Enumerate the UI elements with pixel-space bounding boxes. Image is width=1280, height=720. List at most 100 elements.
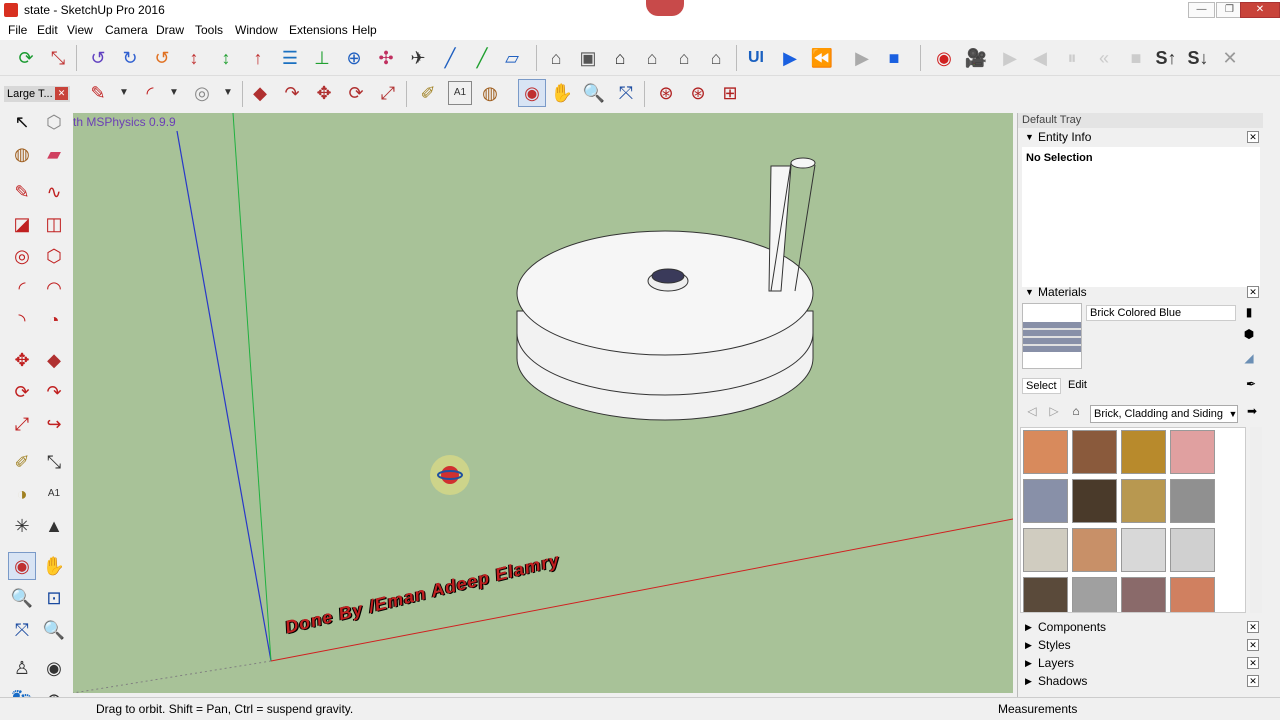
s-up-icon[interactable]: S↑ bbox=[1154, 46, 1178, 70]
components-close-icon[interactable]: ✕ bbox=[1247, 621, 1259, 633]
menu-window[interactable]: Window bbox=[235, 23, 278, 37]
minimize-button[interactable]: — bbox=[1188, 2, 1215, 18]
rectangle-icon[interactable]: ◪ bbox=[10, 212, 34, 236]
dimension-icon[interactable]: ⤡ bbox=[42, 450, 66, 474]
material-swatch[interactable] bbox=[1072, 577, 1117, 612]
three-point-arc-icon[interactable]: ◝ bbox=[10, 308, 34, 332]
back-frames-icon[interactable]: « bbox=[1092, 46, 1116, 70]
scale-tool-icon[interactable]: ⤢ bbox=[10, 412, 34, 436]
move-icon[interactable]: ✥ bbox=[312, 81, 336, 105]
entity-info-close-icon[interactable]: ✕ bbox=[1247, 131, 1259, 143]
collection-select[interactable]: Brick, Cladding and Siding bbox=[1090, 405, 1238, 423]
spin-icon[interactable]: ↺ bbox=[150, 46, 174, 70]
close-anim-icon[interactable]: ✕ bbox=[1218, 46, 1242, 70]
tray-scrollbar[interactable] bbox=[1264, 113, 1280, 697]
material-swatch[interactable] bbox=[1170, 528, 1215, 572]
back-icon[interactable]: ◁ bbox=[1024, 403, 1040, 419]
gimbal-icon[interactable]: ⊕ bbox=[342, 46, 366, 70]
stack-icon[interactable]: ☰ bbox=[278, 46, 302, 70]
stop-icon[interactable]: ■ bbox=[882, 46, 906, 70]
styles-header[interactable]: ▶ Styles ✕ bbox=[1022, 637, 1260, 653]
pie-icon[interactable]: ◔ bbox=[42, 308, 66, 332]
offset-icon[interactable]: ↪ bbox=[42, 412, 66, 436]
menu-extensions[interactable]: Extensions bbox=[289, 23, 348, 37]
position-camera-icon[interactable]: ♙ bbox=[10, 656, 34, 680]
menu-camera[interactable]: Camera bbox=[105, 23, 148, 37]
warehouse-icon[interactable]: ⊛ bbox=[654, 81, 678, 105]
follow-me-icon[interactable]: ↷ bbox=[280, 81, 304, 105]
step-icon[interactable]: ▶ bbox=[850, 46, 874, 70]
materials-header[interactable]: ▼ Materials ✕ bbox=[1022, 284, 1260, 300]
rotate-left-icon[interactable]: ↺ bbox=[86, 46, 110, 70]
tape-measure-icon[interactable]: ✐ bbox=[416, 81, 440, 105]
axis-icon[interactable]: ⊥ bbox=[310, 46, 334, 70]
front-view-icon[interactable]: ⌂ bbox=[608, 46, 632, 70]
materials-pane-icon[interactable]: ⬢ bbox=[1240, 325, 1258, 343]
pause-icon[interactable]: ⏸ bbox=[1060, 46, 1084, 70]
pan-icon[interactable]: ✋ bbox=[550, 81, 574, 105]
pan-tool-icon[interactable]: ✋ bbox=[42, 554, 66, 578]
model-viewport[interactable]: th MSPhysics 0.9.9 Done By /Eman Adeep E… bbox=[73, 113, 1013, 693]
material-swatch[interactable] bbox=[1072, 528, 1117, 572]
updown-icon[interactable]: ↕ bbox=[182, 46, 206, 70]
material-swatch[interactable] bbox=[1121, 479, 1166, 523]
plane-surface-icon[interactable]: ▱ bbox=[500, 46, 524, 70]
look-around-icon[interactable]: ◉ bbox=[42, 656, 66, 680]
arc-dropdown-icon[interactable]: ▼ bbox=[162, 81, 186, 105]
details-arrow-icon[interactable]: ➡ bbox=[1244, 403, 1260, 419]
make-component-icon[interactable]: ⬡ bbox=[42, 110, 66, 134]
material-swatch[interactable] bbox=[1170, 479, 1215, 523]
circle-icon[interactable]: ◎ bbox=[190, 81, 214, 105]
paint-icon[interactable]: ◍ bbox=[10, 142, 34, 166]
tab-edit[interactable]: Edit bbox=[1068, 379, 1087, 391]
scale-icon[interactable]: ⤢ bbox=[376, 81, 400, 105]
sample-icon[interactable]: ◢ bbox=[1240, 349, 1258, 367]
polygon-icon[interactable]: ⬡ bbox=[42, 244, 66, 268]
styles-close-icon[interactable]: ✕ bbox=[1247, 639, 1259, 651]
material-swatch[interactable] bbox=[1072, 430, 1117, 474]
forward-icon[interactable]: ▷ bbox=[1046, 403, 1062, 419]
material-swatch[interactable] bbox=[1121, 577, 1166, 612]
material-name-field[interactable]: Brick Colored Blue bbox=[1086, 305, 1236, 321]
zoom-icon[interactable]: 🔍 bbox=[582, 81, 606, 105]
protractor-icon[interactable]: ◑ bbox=[10, 482, 34, 506]
zoom-extents-tool-icon[interactable]: ⤧ bbox=[10, 618, 34, 642]
follow-me-tool-icon[interactable]: ↷ bbox=[42, 380, 66, 404]
material-swatch-grid[interactable] bbox=[1020, 427, 1246, 613]
shadows-header[interactable]: ▶ Shadows ✕ bbox=[1022, 673, 1260, 689]
material-swatch[interactable] bbox=[1170, 577, 1215, 612]
material-swatch[interactable] bbox=[1023, 528, 1068, 572]
previous-view-icon[interactable]: 🔍 bbox=[42, 618, 66, 642]
eraser-icon[interactable]: ▰ bbox=[42, 142, 66, 166]
layers-header[interactable]: ▶ Layers ✕ bbox=[1022, 655, 1260, 671]
material-swatch[interactable] bbox=[1023, 430, 1068, 474]
menu-draw[interactable]: Draw bbox=[156, 23, 184, 37]
entity-info-header[interactable]: ▼ Entity Info ✕ bbox=[1022, 129, 1260, 145]
axes-icon[interactable]: ✳ bbox=[10, 514, 34, 538]
two-point-arc-icon[interactable]: ◠ bbox=[42, 276, 66, 300]
move-tool-icon[interactable]: ✥ bbox=[10, 348, 34, 372]
push-pull-icon[interactable]: ◆ bbox=[248, 81, 272, 105]
home-icon[interactable]: ⌂ bbox=[1068, 403, 1084, 419]
swatch-scrollbar[interactable] bbox=[1250, 427, 1262, 613]
material-swatch[interactable] bbox=[1121, 528, 1166, 572]
rotate-tool-icon[interactable]: ⟳ bbox=[10, 380, 34, 404]
zoom-window-icon[interactable]: ⊡ bbox=[42, 586, 66, 610]
orbit-icon[interactable]: ◉ bbox=[518, 79, 546, 107]
select-icon[interactable]: ↖ bbox=[10, 110, 34, 134]
freehand-icon[interactable]: ∿ bbox=[42, 180, 66, 204]
play-icon[interactable]: ▶ bbox=[778, 46, 802, 70]
rewind-icon[interactable]: ⏪ bbox=[810, 46, 834, 70]
plane-icon[interactable]: ✈ bbox=[406, 46, 430, 70]
material-swatch[interactable] bbox=[1023, 479, 1068, 523]
rotate-right-icon[interactable]: ↻ bbox=[118, 46, 142, 70]
menu-view[interactable]: View bbox=[67, 23, 93, 37]
tab-select[interactable]: Select bbox=[1022, 378, 1061, 394]
shadows-close-icon[interactable]: ✕ bbox=[1247, 675, 1259, 687]
pencil-icon[interactable]: ✎ bbox=[86, 81, 110, 105]
line-blue-icon[interactable]: ╱ bbox=[438, 46, 462, 70]
line-green-icon[interactable]: ╱ bbox=[470, 46, 494, 70]
camera-record-icon[interactable]: 🎥 bbox=[964, 46, 988, 70]
right-view-icon[interactable]: ⌂ bbox=[640, 46, 664, 70]
menu-file[interactable]: File bbox=[8, 23, 27, 37]
